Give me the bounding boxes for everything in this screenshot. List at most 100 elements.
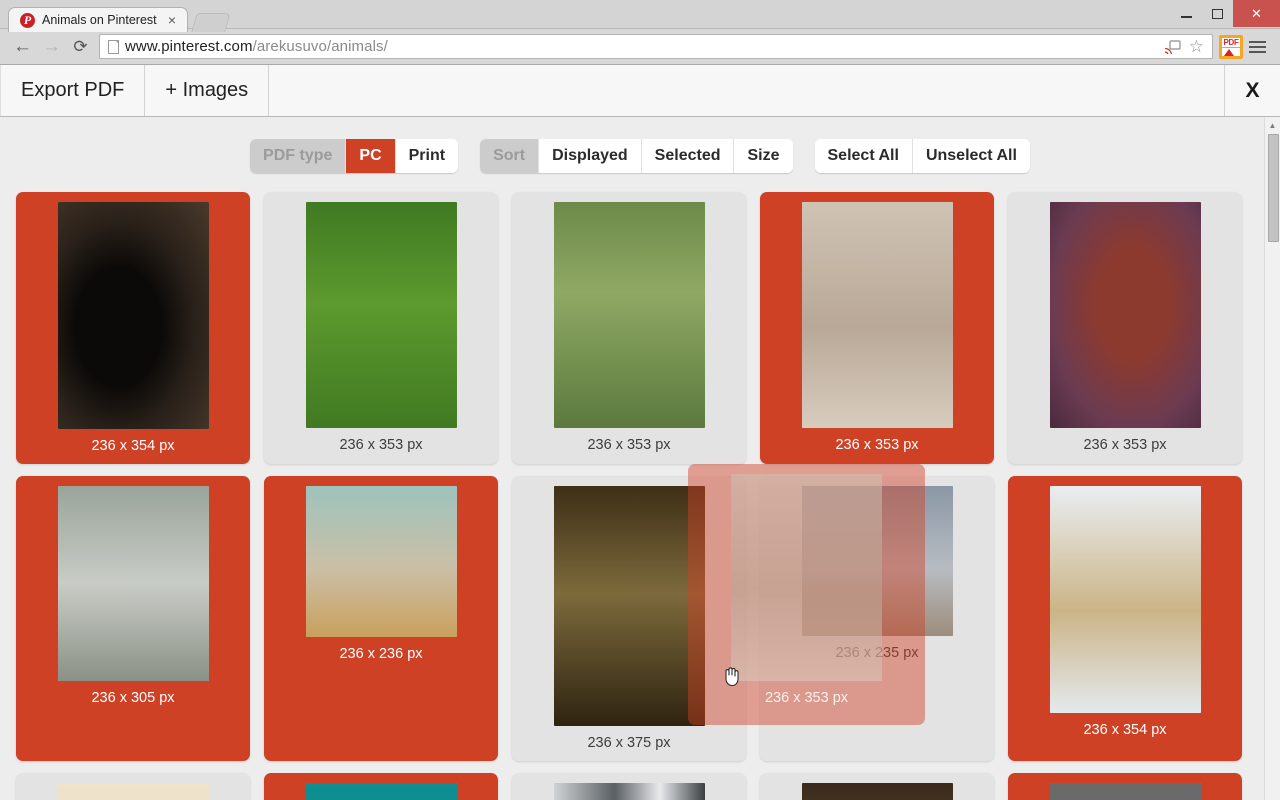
thumbnail-art-cheetah <box>305 486 457 637</box>
thumbnail-art-ocelot <box>57 202 209 429</box>
image-thumbnail[interactable] <box>57 783 209 800</box>
reload-button[interactable]: ⟳ <box>66 32 95 61</box>
selection-group: Select All Unselect All <box>814 139 1030 173</box>
image-card[interactable] <box>16 773 250 800</box>
image-card[interactable]: 236 x 353 px <box>264 192 498 464</box>
image-size-label: 236 x 305 px <box>91 690 175 706</box>
select-all-button[interactable]: Select All <box>814 139 912 173</box>
image-thumbnail[interactable] <box>553 486 705 726</box>
thumbnail-art-palefur <box>57 783 209 800</box>
chrome-menu-icon[interactable] <box>1243 32 1272 61</box>
image-thumbnail[interactable] <box>553 783 705 800</box>
thumbnail-art-tiger <box>1049 486 1201 713</box>
page-info-icon[interactable] <box>108 39 119 54</box>
pdf-extension-label: PDF <box>1222 37 1240 47</box>
omnibox-actions: ☆ <box>1164 38 1206 55</box>
vertical-scrollbar[interactable]: ▲ <box>1264 117 1280 800</box>
tab-strip: P Animals on Pinterest × <box>0 0 231 32</box>
sort-option-selected[interactable]: Selected <box>640 139 734 173</box>
new-tab-button[interactable] <box>191 13 231 32</box>
extension-close-button[interactable]: X <box>1224 65 1280 116</box>
image-thumbnail[interactable] <box>305 486 457 637</box>
image-size-label: 236 x 354 px <box>91 438 175 454</box>
image-thumbnail[interactable] <box>553 202 705 428</box>
extension-toolbar: Export PDF + Images X <box>0 65 1280 117</box>
back-button[interactable]: ← <box>8 32 37 61</box>
image-thumbnail[interactable] <box>801 783 953 800</box>
image-card[interactable]: 236 x 375 px <box>512 476 746 761</box>
url-host: www.pinterest.com <box>125 38 253 55</box>
minimize-button[interactable] <box>1171 0 1202 27</box>
image-card[interactable] <box>264 773 498 800</box>
image-thumbnail[interactable] <box>57 202 209 429</box>
image-thumbnail[interactable] <box>57 486 209 681</box>
window-close-button[interactable]: ✕ <box>1233 0 1280 27</box>
thumbnail-art-bat <box>1049 202 1201 428</box>
image-thumbnail[interactable] <box>305 202 457 428</box>
navigation-bar: ← → ⟳ www.pinterest.com/arekusuvo/animal… <box>0 29 1280 65</box>
forward-button[interactable]: → <box>37 32 66 61</box>
window-controls: ✕ <box>1171 0 1280 27</box>
control-strip: PDF type PC Print Sort Displayed Selecte… <box>0 117 1280 173</box>
maximize-button[interactable] <box>1202 0 1233 27</box>
image-thumbnail[interactable] <box>1049 783 1201 800</box>
image-card[interactable]: 236 x 353 px <box>512 192 746 464</box>
image-thumbnail[interactable] <box>801 486 953 636</box>
image-grid: 236 x 354 px 236 x 353 px 236 x 353 px 236 … <box>0 173 1280 800</box>
thumbnail-art-kitten <box>801 202 953 428</box>
image-size-label: 236 x 236 px <box>339 646 423 662</box>
export-pdf-button[interactable]: Export PDF <box>0 65 146 116</box>
thumbnail-art-deer <box>305 202 457 428</box>
thumbnail-art-greystripe <box>553 783 705 800</box>
bookmark-star-icon[interactable]: ☆ <box>1189 38 1204 55</box>
image-thumbnail[interactable] <box>305 783 457 800</box>
extension-toolbar-spacer <box>269 65 1224 116</box>
image-card[interactable] <box>760 773 994 800</box>
app-body: PDF type PC Print Sort Displayed Selecte… <box>0 117 1280 800</box>
image-size-label: 236 x 353 px <box>835 437 919 453</box>
browser-tab[interactable]: P Animals on Pinterest × <box>8 7 188 32</box>
add-images-button[interactable]: + Images <box>145 65 270 116</box>
image-card[interactable]: 236 x 354 px <box>16 192 250 464</box>
pdf-type-option-pc[interactable]: PC <box>345 139 395 173</box>
image-card[interactable] <box>1008 773 1242 800</box>
image-size-label: 236 x 353 px <box>1083 437 1167 453</box>
url-path: /arekusuvo/animals/ <box>252 38 388 55</box>
thumbnail-art-secretarybird <box>57 486 209 681</box>
image-card[interactable]: 236 x 236 px <box>264 476 498 761</box>
title-bar: P Animals on Pinterest × ✕ <box>0 0 1280 32</box>
scrollbar-thumb[interactable] <box>1268 134 1279 242</box>
cast-icon[interactable] <box>1164 39 1181 55</box>
sort-group: Sort Displayed Selected Size <box>480 139 793 173</box>
image-size-label: 236 x 235 px <box>835 645 919 661</box>
address-bar[interactable]: www.pinterest.com/arekusuvo/animals/ ☆ <box>99 34 1213 59</box>
scrollbar-up-arrow[interactable]: ▲ <box>1265 117 1280 133</box>
image-size-label: 236 x 354 px <box>1083 722 1167 738</box>
unselect-all-button[interactable]: Unselect All <box>911 139 1030 173</box>
tab-title: Animals on Pinterest <box>42 13 157 27</box>
image-thumbnail[interactable] <box>1049 486 1201 713</box>
tab-close-icon[interactable]: × <box>166 13 178 27</box>
image-thumbnail[interactable] <box>1049 202 1201 428</box>
pdf-type-label: PDF type <box>250 139 346 173</box>
image-card[interactable]: 236 x 353 px <box>1008 192 1242 464</box>
pdf-type-group: PDF type PC Print <box>250 139 459 173</box>
sort-label: Sort <box>480 139 539 173</box>
thumbnail-art-eagle <box>553 486 705 726</box>
sort-option-displayed[interactable]: Displayed <box>538 139 641 173</box>
thumbnail-art-greyblock <box>1049 783 1201 800</box>
image-card[interactable]: 236 x 305 px <box>16 476 250 761</box>
url-text: www.pinterest.com/arekusuvo/animals/ <box>125 38 388 55</box>
image-size-label: 236 x 353 px <box>587 437 671 453</box>
image-card[interactable]: 236 x 354 px <box>1008 476 1242 761</box>
pdf-extension-image-glyph <box>1222 47 1240 56</box>
image-thumbnail[interactable] <box>801 202 953 428</box>
image-card[interactable]: 236 x 353 px <box>760 192 994 464</box>
pdf-type-option-print[interactable]: Print <box>394 139 459 173</box>
image-card[interactable] <box>512 773 746 800</box>
image-size-label: 236 x 375 px <box>587 735 671 751</box>
image-size-label: 236 x 353 px <box>339 437 423 453</box>
image-card[interactable]: 236 x 235 px <box>760 476 994 761</box>
pdf-extension-icon[interactable]: PDF <box>1219 34 1243 59</box>
sort-option-size[interactable]: Size <box>733 139 793 173</box>
